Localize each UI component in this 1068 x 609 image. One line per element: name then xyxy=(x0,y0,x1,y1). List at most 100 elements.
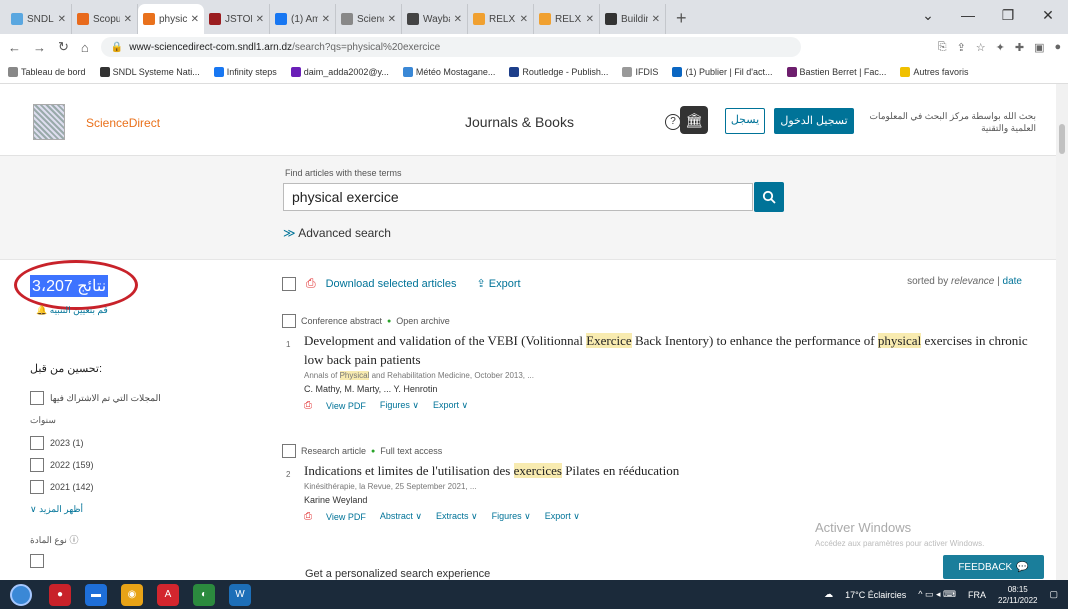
translate-icon[interactable]: ⎘ xyxy=(938,41,947,54)
signin-button[interactable]: يسجل xyxy=(725,108,765,134)
register-button[interactable]: تسجيل الدخول xyxy=(774,108,854,134)
browser-tab[interactable]: SNDL Sy ✕ xyxy=(6,4,72,34)
app-icon-chrome[interactable]: ◉ xyxy=(121,583,143,606)
checkbox[interactable] xyxy=(30,436,44,450)
article-action[interactable]: Export ∨ xyxy=(545,511,580,522)
advanced-search-link[interactable]: ≫ Advanced search xyxy=(283,226,391,240)
bookmark-item[interactable]: Autres favoris xyxy=(900,66,968,77)
app-icon-word[interactable]: W xyxy=(229,583,251,606)
checkbox[interactable] xyxy=(30,554,44,568)
bookmark-item[interactable]: SNDL Systeme Nati... xyxy=(99,66,200,77)
scrollbar-thumb[interactable] xyxy=(1059,124,1065,154)
bookmark-item[interactable]: Tableau de bord xyxy=(8,66,86,77)
language-indicator[interactable]: FRA xyxy=(968,590,986,600)
checkbox[interactable] xyxy=(30,458,44,472)
tab-close-icon[interactable]: ✕ xyxy=(454,14,462,25)
year-filter[interactable]: 2021 (142) xyxy=(30,480,161,494)
clock[interactable]: 08:15 22/11/2022 xyxy=(998,584,1037,606)
profile-icon[interactable]: ● xyxy=(1055,41,1062,54)
tab-close-icon[interactable]: ✕ xyxy=(652,14,660,25)
app-icon-media[interactable]: ● xyxy=(49,583,71,606)
article-action[interactable]: Export ∨ xyxy=(433,400,468,411)
bookmark-item[interactable]: Infinity steps xyxy=(213,66,277,77)
article-checkbox[interactable] xyxy=(282,444,296,458)
set-alert-link[interactable]: 🔔 قم بتعيين التنبيه xyxy=(36,305,108,316)
reload-icon[interactable]: ↻ xyxy=(58,39,69,55)
share-icon[interactable]: ⇪ xyxy=(957,41,966,54)
app-icon-browser[interactable]: ◐ xyxy=(193,583,215,606)
bookmark-item[interactable]: IFDIS xyxy=(622,66,658,77)
notification-icon[interactable]: ▢ xyxy=(1049,589,1058,600)
restore-icon[interactable]: ❐ xyxy=(988,7,1028,24)
tab-close-icon[interactable]: ✕ xyxy=(520,14,528,25)
article-type-filter[interactable] xyxy=(30,554,161,568)
browser-tab[interactable]: physical ✕ xyxy=(138,4,204,34)
search-button[interactable] xyxy=(754,182,784,212)
browser-tab[interactable]: Building ✕ xyxy=(600,4,666,34)
tab-close-icon[interactable]: ✕ xyxy=(322,14,330,25)
app-icon-files[interactable]: ▬ xyxy=(85,583,107,606)
tab-close-icon[interactable]: ✕ xyxy=(124,14,132,25)
tab-close-icon[interactable]: ✕ xyxy=(388,14,396,25)
start-button[interactable] xyxy=(10,583,32,606)
extension-icon[interactable]: ✦ xyxy=(996,41,1005,54)
brand-name[interactable]: ScienceDirect xyxy=(86,116,160,130)
article-checkbox[interactable] xyxy=(282,314,296,328)
bookmark-item[interactable]: daim_adda2002@y... xyxy=(290,66,389,77)
new-tab-button[interactable]: + xyxy=(666,8,697,34)
article-action[interactable]: Figures ∨ xyxy=(380,400,419,411)
article-title[interactable]: Indications et limites de l'utilisation … xyxy=(304,461,1042,480)
browser-tab[interactable]: Science ✕ xyxy=(336,4,402,34)
tray-icons[interactable]: ^ ▭ ◂ ⌨ xyxy=(918,589,956,600)
bookmark-item[interactable]: Bastien Berret | Fac... xyxy=(786,66,886,77)
help-icon[interactable]: ? xyxy=(665,114,681,130)
home-icon[interactable]: ⌂ xyxy=(81,40,89,55)
browser-tab[interactable]: Wayback ✕ xyxy=(402,4,468,34)
bookmark-item[interactable]: Routledge - Publish... xyxy=(509,66,608,77)
article-action[interactable]: View PDF xyxy=(326,512,366,522)
article-action[interactable]: Figures ∨ xyxy=(492,511,531,522)
elsevier-logo[interactable] xyxy=(33,104,65,140)
scrollbar[interactable] xyxy=(1056,84,1068,580)
subscribed-filter[interactable]: المجلات التي تم الاشتراك فيها xyxy=(30,391,161,405)
browser-tab[interactable]: RELX ✕ xyxy=(468,4,534,34)
download-selected-button[interactable]: Download selected articles xyxy=(326,278,457,290)
feedback-button[interactable]: FEEDBACK 💬 xyxy=(943,555,1044,579)
app-icon-acrobat[interactable]: A xyxy=(157,583,179,606)
journals-books-link[interactable]: Journals & Books xyxy=(465,114,574,130)
article-action[interactable]: Abstract ∨ xyxy=(380,511,422,522)
checkbox[interactable] xyxy=(30,480,44,494)
tab-close-icon[interactable]: ✕ xyxy=(58,14,66,25)
browser-tab[interactable]: JSTOR ✕ xyxy=(204,4,270,34)
back-icon[interactable]: ← xyxy=(8,40,21,55)
star-icon[interactable]: ☆ xyxy=(976,41,986,54)
sort-relevance[interactable]: relevance xyxy=(951,276,994,287)
checkbox[interactable] xyxy=(30,391,44,405)
browser-tab[interactable]: (1) Amis ✕ xyxy=(270,4,336,34)
puzzle-icon[interactable]: ✚ xyxy=(1015,41,1024,54)
sidepanel-icon[interactable]: ▣ xyxy=(1034,41,1044,54)
bookmark-item[interactable]: Météo Mostagane... xyxy=(402,66,495,77)
tab-close-icon[interactable]: ✕ xyxy=(191,14,199,25)
article-title[interactable]: Development and validation of the VEBI (… xyxy=(304,331,1042,369)
article-action[interactable]: View PDF xyxy=(326,401,366,411)
tab-close-icon[interactable]: ✕ xyxy=(586,14,594,25)
browser-tab[interactable]: Scopus ✕ xyxy=(72,4,138,34)
browser-tab[interactable]: RELX ✕ xyxy=(534,4,600,34)
url-bar[interactable]: 🔒 www-sciencedirect-com.sndl1.arn.dz /se… xyxy=(100,37,801,57)
search-input[interactable]: physical exercice xyxy=(283,183,753,211)
select-all-checkbox[interactable] xyxy=(282,276,296,291)
close-icon[interactable]: ✕ xyxy=(1028,7,1068,24)
tab-close-icon[interactable]: ✕ xyxy=(256,14,264,25)
bookmark-item[interactable]: (1) Publier | Fil d'act... xyxy=(672,66,773,77)
sort-date[interactable]: date xyxy=(1003,276,1022,287)
export-button[interactable]: ⇪ Export xyxy=(476,277,520,290)
chevron-down-icon[interactable]: ⌄ xyxy=(908,7,948,24)
forward-icon[interactable]: → xyxy=(33,40,46,55)
minimize-icon[interactable]: — xyxy=(948,7,988,23)
year-filter[interactable]: 2022 (159) xyxy=(30,458,161,472)
weather-text[interactable]: 17°C Éclaircies xyxy=(845,590,906,600)
year-filter[interactable]: 2023 (1) xyxy=(30,436,161,450)
institution-icon[interactable]: 🏛 xyxy=(680,106,708,134)
show-more-link[interactable]: ∨ أظهر المزيد xyxy=(30,504,161,515)
